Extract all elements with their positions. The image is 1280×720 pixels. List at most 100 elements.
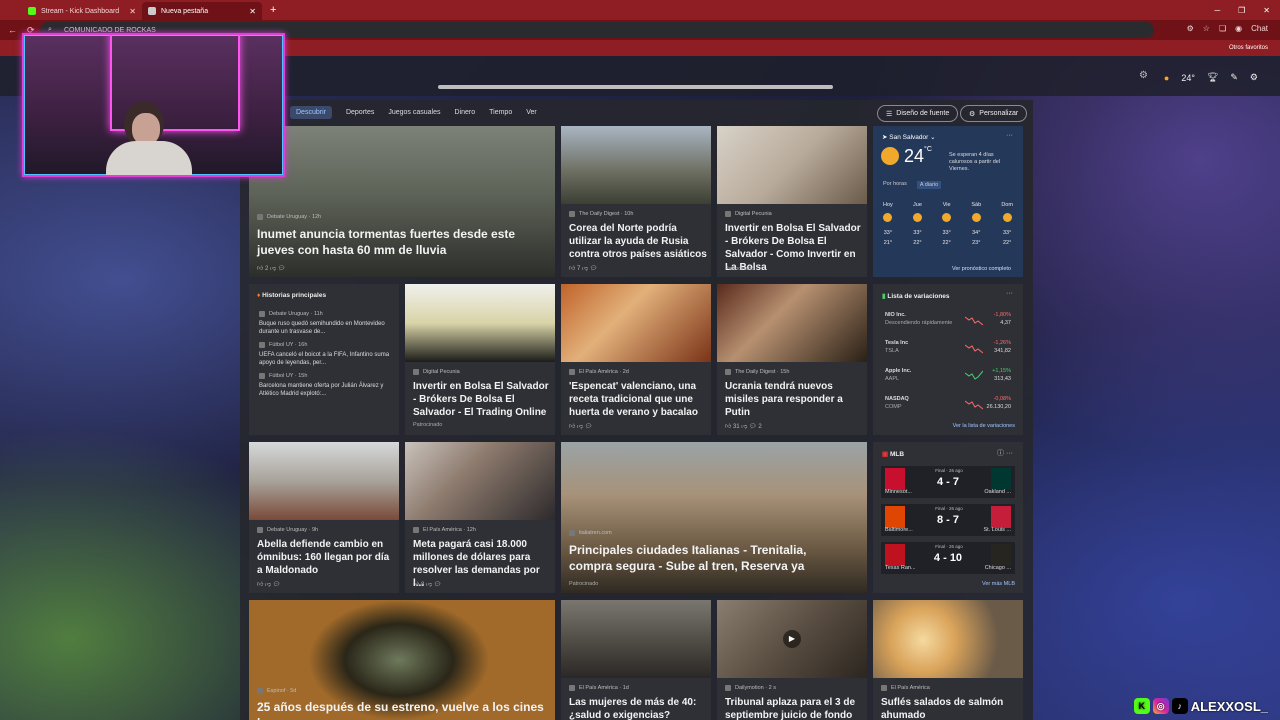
news-card-bolsa-1[interactable]: Digital Pecunia Invertir en Bolsa El Sal… xyxy=(717,126,867,277)
watchlist-link[interactable]: Ver la lista de variaciones xyxy=(953,423,1015,429)
other-favorites-link[interactable]: Otros favoritos xyxy=(1229,45,1268,51)
sparkline-icon xyxy=(965,370,983,380)
sun-icon xyxy=(883,213,893,222)
game-row[interactable]: Final · 26 ago 8 - 7 Baltimore... St. Louis… xyxy=(881,504,1015,536)
team-logo-icon xyxy=(885,544,905,566)
extension-icon[interactable]: ⚙ xyxy=(1187,24,1194,33)
card-title[interactable]: Corea del Norte podría utilizar la ayuda… xyxy=(569,222,707,261)
back-icon[interactable]: ← xyxy=(8,25,17,36)
news-card-corea[interactable]: The Daily Digest · 10h Corea del Norte p… xyxy=(561,126,711,277)
card-title[interactable]: Invertir en Bolsa El Salvador - Brókers … xyxy=(413,380,553,419)
news-card-sufles[interactable]: El País América Suflés salados de salmón… xyxy=(873,600,1023,720)
card-reactions[interactable]: 👍︎ 👎︎ 💬︎ xyxy=(257,580,280,588)
rewards-icon[interactable]: 🏆︎ xyxy=(1207,72,1218,83)
mlb-logo-icon: ▣ xyxy=(882,451,889,458)
story-link[interactable]: Barcelona mantiene oferta por Julián Álv… xyxy=(259,382,391,398)
news-card-mujeres[interactable]: El País América · 1d Las mujeres de más … xyxy=(561,600,711,720)
chat-button[interactable]: Chat xyxy=(1251,24,1268,33)
tab-descubrir[interactable]: Descubrir xyxy=(290,106,332,119)
card-source: Digital Pecunia xyxy=(725,211,772,217)
hourly-tab[interactable]: Por horas xyxy=(883,181,907,189)
stock-name: Apple Inc. xyxy=(885,368,912,374)
parade-image xyxy=(561,126,711,204)
tab-juegos[interactable]: Juegos casuales xyxy=(388,109,440,116)
weather-card[interactable]: ➤ San Salvador ⌄ ··· 24°C Se esperan 4 d… xyxy=(873,126,1023,277)
edit-icon[interactable]: ✎ xyxy=(1230,72,1238,83)
close-window-icon[interactable]: ✕ xyxy=(1263,6,1270,15)
tab-ver[interactable]: Ver xyxy=(526,109,537,116)
ad-card-italia[interactable]: italiatren.com Principales ciudades Ital… xyxy=(561,442,867,593)
tab-deportes[interactable]: Deportes xyxy=(346,109,374,116)
hero-title[interactable]: Inumet anuncia tormentas fuertes desde e… xyxy=(257,226,547,258)
card-reactions[interactable]: 👍︎ 👎︎ 💬︎ xyxy=(569,422,592,430)
story-link[interactable]: UEFA canceló el boicot a la FIFA, Infant… xyxy=(259,351,391,367)
card-title[interactable]: Principales ciudades Italianas - Trenita… xyxy=(569,542,849,574)
team-logo-icon xyxy=(991,468,1011,490)
settings-icon[interactable]: ⚙ xyxy=(1250,72,1258,83)
news-card-bolsa-2[interactable]: Digital Pecunia Invertir en Bolsa El Sal… xyxy=(405,284,555,435)
card-reactions[interactable]: 👍︎ 31 👎︎ 💬︎ 2 xyxy=(725,422,762,430)
news-card-ucrania[interactable]: The Daily Digest · 15h Ucrania tendrá nu… xyxy=(717,284,867,435)
stock-ticker: TSLA xyxy=(885,348,899,354)
watchlist-row[interactable]: Apple Inc. AAPL +1,15% 313,43 xyxy=(881,364,1015,388)
card-title[interactable]: Suflés salados de salmón ahumado xyxy=(881,696,1021,720)
collections-icon[interactable]: ❏ xyxy=(1219,24,1226,33)
font-layout-button[interactable]: ☰ Diseño de fuente xyxy=(877,105,959,122)
card-title[interactable]: Las mujeres de más de 40: ¿salud o exige… xyxy=(569,696,709,720)
maximize-icon[interactable]: ❐ xyxy=(1238,6,1245,15)
card-source: El País América · 1d xyxy=(569,685,629,691)
card-title[interactable]: 'Espencat' valenciano, una receta tradic… xyxy=(569,380,709,419)
game-row[interactable]: Final · 26 ago 4 - 7 Minnesot... Oakland ..… xyxy=(881,466,1015,498)
personalize-button[interactable]: ⚙ Personalizar xyxy=(960,105,1028,122)
watchlist-row[interactable]: NIO Inc. Descendiendo rápidamente -1,80% 4,… xyxy=(881,308,1015,332)
watchlist-row[interactable]: NASDAQ COMP -0,08% 26.130,20 xyxy=(881,392,1015,416)
daily-tab[interactable]: A diario xyxy=(916,181,942,189)
news-card-abella[interactable]: Debate Uruguay · 9h Abella defiende camb… xyxy=(249,442,399,593)
tab-tiempo[interactable]: Tiempo xyxy=(489,109,512,116)
card-title[interactable]: Tribunal aplaza para el 3 de septiembre … xyxy=(725,696,865,720)
kick-favicon-icon xyxy=(28,7,36,15)
tab-dinero[interactable]: Dinero xyxy=(455,109,476,116)
stream-handle: ALEXXOSL_ xyxy=(1190,698,1268,714)
news-card-espencat[interactable]: El País América · 2d 'Espencat' valencia… xyxy=(561,284,711,435)
temperature-badge[interactable]: 24° xyxy=(1181,73,1195,83)
team-logo-icon xyxy=(885,506,905,528)
close-tab-icon[interactable]: ✕ xyxy=(249,7,256,16)
feed-nav: Descubrir Deportes Juegos casuales Diner… xyxy=(290,106,537,119)
card-title[interactable]: Ucrania tendrá nuevos misiles para respo… xyxy=(725,380,863,419)
kick-logo-icon: K xyxy=(1133,698,1150,714)
hero-card[interactable]: Debate Uruguay · 12h Inumet anuncia torm… xyxy=(249,126,555,277)
watchlist-row[interactable]: Tesla Inc TSLA -1,26% 341,82 xyxy=(881,336,1015,360)
food-image xyxy=(561,284,711,362)
new-tab-icon[interactable]: + xyxy=(270,4,276,16)
play-icon[interactable]: ▶ xyxy=(783,630,801,648)
hero-reactions[interactable]: 👍︎ 2 👎︎ 💬︎ xyxy=(257,264,285,272)
more-options-icon[interactable]: ··· xyxy=(1006,132,1013,139)
tab-new-tab[interactable]: Nueva pestaña ✕ xyxy=(142,2,262,20)
favorites-icon[interactable]: ☆ xyxy=(1203,24,1210,33)
weather-location[interactable]: ➤ San Salvador ⌄ xyxy=(882,133,936,141)
close-tab-icon[interactable]: ✕ xyxy=(129,7,136,16)
more-options-icon[interactable]: ··· xyxy=(1006,290,1013,297)
news-card-meta[interactable]: El País América · 12h Meta pagará casi 1… xyxy=(405,442,555,593)
story-link[interactable]: Buque ruso quedó semihundido en Montevid… xyxy=(259,320,391,336)
news-card-tribunal[interactable]: ▶ Dailymotion · 2 s Tribunal aplaza para… xyxy=(717,600,867,720)
card-title[interactable]: Abella defiende cambio en ómnibus: 160 l… xyxy=(257,538,397,577)
page-settings-icon[interactable]: ⚙ xyxy=(1139,70,1148,81)
game-row[interactable]: Final · 26 ago 4 - 10 Texas Ran... Chicago … xyxy=(881,542,1015,574)
card-title[interactable]: 25 años después de su estreno, vuelve a … xyxy=(257,699,547,720)
profile-icon[interactable]: ◉ xyxy=(1235,24,1242,33)
more-mlb-link[interactable]: Ver más MLB xyxy=(982,581,1015,587)
card-reactions[interactable]: 👍︎ 7 👎︎ 💬︎ xyxy=(569,264,597,272)
stock-change: -1,80% xyxy=(993,312,1011,318)
full-forecast-link[interactable]: Ver pronóstico completo xyxy=(952,266,1011,272)
news-card-cine[interactable]: Espinof · 5d 25 años después de su estre… xyxy=(249,600,555,720)
info-icon[interactable]: ⓘ ··· xyxy=(997,448,1013,458)
card-reactions[interactable]: 👍︎ 8 👎︎ 💬︎ xyxy=(413,580,441,588)
sponsored-label: Patrocinado xyxy=(725,266,755,272)
story-source: Fútbol UY · 16h xyxy=(259,342,391,348)
card-source: The Daily Digest · 15h xyxy=(725,369,789,375)
newtab-search-box[interactable] xyxy=(438,85,833,89)
tab-kick-dashboard[interactable]: Stream - Kick Dashboard ✕ xyxy=(22,2,142,20)
minimize-icon[interactable]: ─ xyxy=(1214,6,1220,15)
